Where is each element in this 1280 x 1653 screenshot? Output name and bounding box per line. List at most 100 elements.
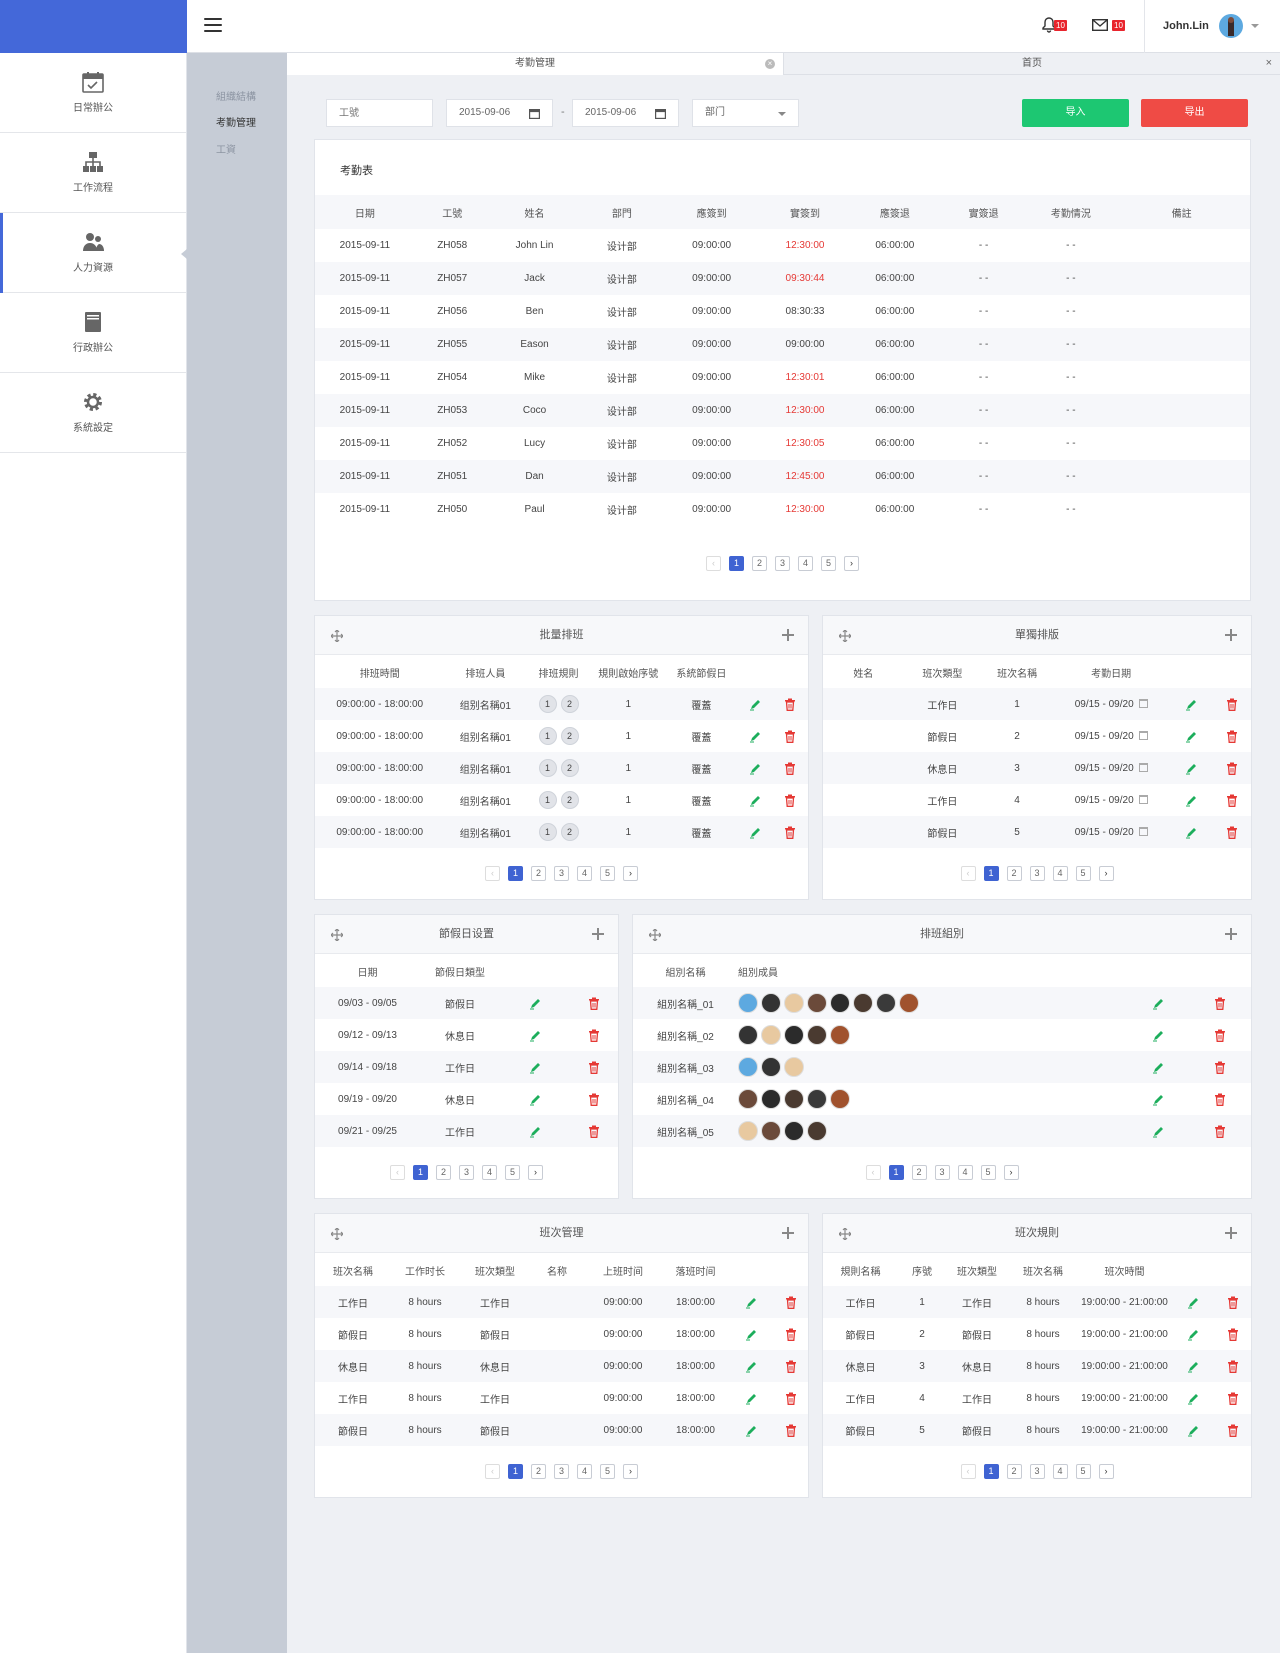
- trash-icon[interactable]: [1214, 1125, 1226, 1138]
- trash-icon[interactable]: [588, 1125, 600, 1138]
- page-button[interactable]: 3: [775, 556, 790, 571]
- avatar[interactable]: [853, 993, 873, 1013]
- edit-icon[interactable]: [745, 1328, 757, 1341]
- page-button[interactable]: 2: [531, 866, 546, 881]
- table-row[interactable]: 09/14 - 09/18 工作日: [315, 1051, 618, 1083]
- trash-icon[interactable]: [588, 1029, 600, 1042]
- add-icon[interactable]: [1225, 928, 1237, 940]
- calendar-icon[interactable]: [1138, 731, 1148, 741]
- prev-page-button[interactable]: ‹: [865, 1165, 881, 1180]
- page-button[interactable]: 5: [600, 866, 615, 881]
- prev-page-button[interactable]: ‹: [960, 866, 976, 881]
- table-row[interactable]: 休息日 8 hours 休息日 09:00:00 18:00:00: [315, 1350, 808, 1382]
- move-icon[interactable]: [331, 630, 343, 642]
- tab-home[interactable]: 首页: [784, 53, 1280, 75]
- table-row[interactable]: 節假日 5 節假日 8 hours 19:00:00 - 21:00:00: [823, 1414, 1251, 1446]
- table-row[interactable]: 工作日 4 09/15 - 09/20: [823, 784, 1251, 816]
- prev-page-button[interactable]: ‹: [706, 556, 721, 571]
- page-button[interactable]: 2: [911, 1165, 927, 1180]
- edit-icon[interactable]: [529, 1029, 541, 1042]
- edit-icon[interactable]: [745, 1392, 757, 1405]
- page-button[interactable]: 3: [554, 866, 569, 881]
- trash-icon[interactable]: [1227, 1360, 1239, 1373]
- trash-icon[interactable]: [1227, 1328, 1239, 1341]
- avatar[interactable]: [761, 1089, 781, 1109]
- export-button[interactable]: 导出: [1141, 99, 1248, 127]
- trash-icon[interactable]: [1227, 1424, 1239, 1437]
- avatar[interactable]: [830, 1089, 850, 1109]
- subnav-item-attendance[interactable]: 考勤管理: [216, 114, 256, 129]
- avatar[interactable]: [807, 993, 827, 1013]
- table-row[interactable]: 節假日 2 節假日 8 hours 19:00:00 - 21:00:00: [823, 1318, 1251, 1350]
- edit-icon[interactable]: [749, 826, 761, 839]
- page-button[interactable]: 3: [1029, 866, 1045, 881]
- edit-icon[interactable]: [1187, 1424, 1199, 1437]
- import-button[interactable]: 导入: [1022, 99, 1129, 127]
- page-button[interactable]: 1: [413, 1165, 428, 1180]
- avatar[interactable]: [784, 1089, 804, 1109]
- menu-toggle-icon[interactable]: [204, 18, 222, 33]
- move-icon[interactable]: [649, 929, 661, 941]
- trash-icon[interactable]: [1214, 1093, 1226, 1106]
- trash-icon[interactable]: [785, 1424, 797, 1437]
- page-button[interactable]: 1: [508, 866, 523, 881]
- trash-icon[interactable]: [1227, 1296, 1239, 1309]
- avatar[interactable]: [761, 1057, 781, 1077]
- page-button[interactable]: 5: [600, 1464, 615, 1479]
- avatar[interactable]: [761, 993, 781, 1013]
- table-row[interactable]: 組別名稱_02: [633, 1019, 1251, 1051]
- table-row[interactable]: 2015-09-11 ZH054 Mike 设计部 09:00:00 12:30:01 06…: [315, 361, 1250, 394]
- page-button[interactable]: 1: [888, 1165, 904, 1180]
- trash-icon[interactable]: [785, 1360, 797, 1373]
- rule-chip[interactable]: 1: [538, 791, 557, 809]
- prev-page-button[interactable]: ‹: [485, 1464, 500, 1479]
- page-button[interactable]: 4: [482, 1165, 497, 1180]
- table-row[interactable]: 2015-09-11 ZH051 Dan 设计部 09:00:00 12:45:00 06:…: [315, 460, 1250, 493]
- rule-chip[interactable]: 1: [538, 695, 557, 713]
- avatar[interactable]: [761, 1121, 781, 1141]
- sidebar-item-admin-office[interactable]: 行政辦公: [0, 293, 186, 373]
- page-button[interactable]: 4: [798, 556, 813, 571]
- avatar[interactable]: [738, 1025, 758, 1045]
- table-row[interactable]: 工作日 4 工作日 8 hours 19:00:00 - 21:00:00: [823, 1382, 1251, 1414]
- page-button[interactable]: 3: [1029, 1464, 1045, 1479]
- table-row[interactable]: 工作日 8 hours 工作日 09:00:00 18:00:00: [315, 1286, 808, 1318]
- add-icon[interactable]: [1225, 1227, 1237, 1239]
- page-button[interactable]: 4: [957, 1165, 973, 1180]
- table-row[interactable]: 工作日 8 hours 工作日 09:00:00 18:00:00: [315, 1382, 808, 1414]
- table-row[interactable]: 休息日 3 休息日 8 hours 19:00:00 - 21:00:00: [823, 1350, 1251, 1382]
- rule-chip[interactable]: 2: [560, 759, 579, 777]
- page-button[interactable]: 4: [577, 866, 592, 881]
- close-icon[interactable]: ×: [1266, 57, 1272, 69]
- user-name[interactable]: John.Lin: [1163, 20, 1209, 32]
- table-row[interactable]: 工作日 1 工作日 8 hours 19:00:00 - 21:00:00: [823, 1286, 1251, 1318]
- move-icon[interactable]: [331, 1228, 343, 1240]
- calendar-icon[interactable]: [1138, 699, 1148, 709]
- rule-chip[interactable]: 1: [538, 759, 557, 777]
- avatar[interactable]: [738, 1121, 758, 1141]
- avatar[interactable]: [784, 1057, 804, 1077]
- edit-icon[interactable]: [1187, 1296, 1199, 1309]
- page-button[interactable]: 4: [577, 1464, 592, 1479]
- edit-icon[interactable]: [1152, 1029, 1164, 1042]
- avatar[interactable]: [807, 1089, 827, 1109]
- trash-icon[interactable]: [1214, 997, 1226, 1010]
- rule-chip[interactable]: 2: [560, 695, 579, 713]
- page-button[interactable]: 2: [752, 556, 767, 571]
- calendar-icon[interactable]: [1138, 795, 1148, 805]
- close-icon[interactable]: ×: [765, 59, 775, 69]
- edit-icon[interactable]: [749, 698, 761, 711]
- employee-id-input[interactable]: [326, 99, 433, 127]
- avatar[interactable]: [830, 993, 850, 1013]
- subnav-item-org-structure[interactable]: 組織結構: [216, 88, 256, 103]
- subnav-item-salary[interactable]: 工資: [216, 141, 236, 156]
- rule-chip[interactable]: 2: [560, 823, 579, 841]
- sidebar-item-daily-office[interactable]: 日常辦公: [0, 53, 186, 133]
- date-from-picker[interactable]: 2015-09-06: [446, 99, 553, 127]
- trash-icon[interactable]: [784, 794, 796, 807]
- avatar[interactable]: [738, 1089, 758, 1109]
- edit-icon[interactable]: [1185, 698, 1197, 711]
- page-button[interactable]: 1: [729, 556, 744, 571]
- avatar[interactable]: [1219, 14, 1243, 38]
- next-page-button[interactable]: ›: [1003, 1165, 1019, 1180]
